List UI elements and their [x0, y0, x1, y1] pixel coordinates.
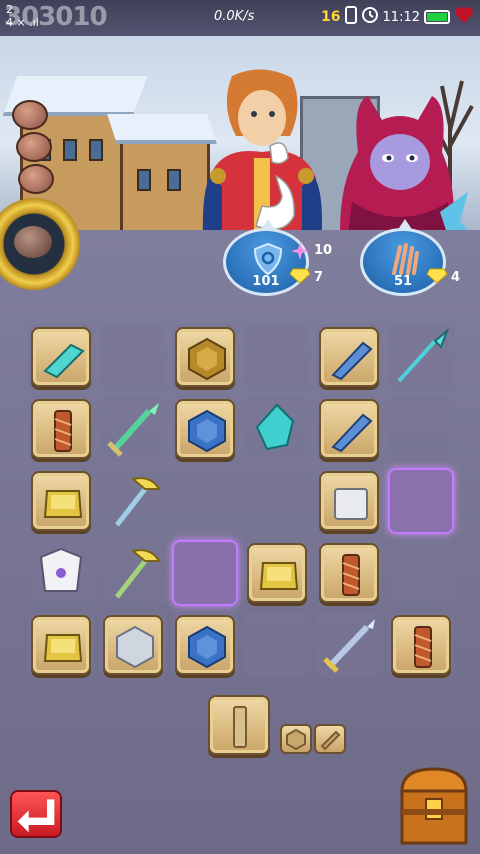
blue-blade-tile[interactable]: [319, 327, 379, 387]
battle-scene: [0, 36, 480, 230]
heart-icon: [454, 6, 474, 28]
silver-hex-shield-icon: [116, 625, 154, 669]
silver-hex-shield-tile[interactable]: [103, 615, 163, 675]
status-left-top: 2: [6, 3, 13, 16]
hero-sparkle-stat: 10: [314, 243, 333, 258]
status-left-bottom: 4 ⨯ .ıl: [6, 16, 39, 29]
sparkle-icon: [291, 242, 309, 260]
grid-cell[interactable]: [388, 396, 454, 462]
gem-icon: [426, 268, 448, 284]
gold-block-tile[interactable]: [247, 543, 307, 603]
return-arrow-icon: [17, 799, 55, 833]
cyan-crystal-item[interactable]: [247, 399, 307, 459]
next-piece-tile[interactable]: [208, 695, 270, 755]
notification-badge: 16: [321, 9, 341, 25]
enemy-gem-stat: 4: [451, 270, 461, 285]
grid-cell[interactable]: [100, 324, 166, 390]
gold-block-tile[interactable]: [31, 615, 91, 675]
wrapped-handle-icon: [54, 410, 72, 452]
gold-block-icon: [259, 562, 299, 590]
silver-block-tile[interactable]: [319, 471, 379, 531]
blade-shard-tile[interactable]: [31, 327, 91, 387]
enemy-attack-bubble: 51: [360, 219, 446, 296]
phone-icon: [344, 6, 357, 28]
wrapped-handle-icon: [414, 626, 432, 668]
blue-blade-icon: [331, 413, 373, 453]
steel-sword-icon: [323, 619, 375, 673]
ore-coin: [12, 100, 48, 130]
grid-cell[interactable]: [244, 468, 310, 534]
steel-sword-item[interactable]: [319, 615, 379, 675]
wrapped-handle-tile[interactable]: [31, 399, 91, 459]
queued-piece-1[interactable]: [280, 724, 312, 754]
hero-gem-stat: 7: [314, 270, 324, 285]
hero-defense-bubble: 101: [223, 219, 309, 296]
shield-icon: [253, 243, 283, 275]
blade-shard-icon: [43, 343, 85, 379]
treasure-chest-button[interactable]: [398, 765, 470, 847]
hex-shield-icon: [188, 337, 226, 381]
ornate-armor-item[interactable]: [31, 543, 91, 603]
blue-hex-shield-icon: [188, 625, 226, 669]
wrapped-handle-icon: [342, 554, 360, 596]
spear-icon: [397, 327, 450, 383]
golden-pickaxe-icon: [115, 477, 161, 527]
status-left: 2 4 ⨯ .ıl: [6, 3, 39, 29]
green-sword-icon: [107, 403, 159, 457]
enemy-cat-character[interactable]: [322, 92, 472, 230]
spear-item[interactable]: [391, 327, 451, 387]
status-bar: 303010 2 4 ⨯ .ıl 0.0K/s 16 11:12: [0, 0, 480, 36]
hex-shield-tile[interactable]: [175, 327, 235, 387]
golden-pickaxe-item[interactable]: [103, 471, 163, 531]
grid-cell[interactable]: [172, 540, 238, 606]
ore-coin: [16, 132, 52, 162]
queued-piece-2[interactable]: [314, 724, 346, 754]
green-sword-item[interactable]: [103, 399, 163, 459]
wrapped-handle-tile[interactable]: [391, 615, 451, 675]
green-pickaxe-item[interactable]: [103, 543, 163, 603]
grid-cell[interactable]: [244, 612, 310, 678]
gold-block-tile[interactable]: [31, 471, 91, 531]
silver-block-icon: [334, 488, 368, 520]
grid-cell[interactable]: [244, 324, 310, 390]
blue-blade-icon: [331, 341, 373, 381]
back-button[interactable]: [10, 790, 62, 838]
alarm-clock-icon: [361, 6, 379, 28]
status-right: 16 11:12: [321, 6, 474, 28]
blue-hex-shield-icon: [188, 409, 226, 453]
cyan-crystal-icon: [255, 403, 295, 451]
gold-block-icon: [43, 490, 83, 518]
hero-character[interactable]: [192, 66, 332, 230]
battery-icon: [424, 10, 450, 24]
green-pickaxe-icon: [115, 549, 161, 599]
grid-cell[interactable]: [388, 468, 454, 534]
grid-cell[interactable]: [172, 468, 238, 534]
wrapped-handle-tile[interactable]: [319, 543, 379, 603]
ore-coin: [18, 164, 54, 194]
gold-block-icon: [43, 634, 83, 662]
network-speed: 0.0K/s: [214, 9, 255, 24]
grid-cell[interactable]: [388, 540, 454, 606]
ornate-armor-icon: [39, 547, 83, 592]
blue-hex-shield-tile[interactable]: [175, 399, 235, 459]
claw-icon: [392, 243, 419, 275]
clock-time: 11:12: [382, 9, 420, 25]
blue-blade-tile[interactable]: [319, 399, 379, 459]
blue-hex-shield-tile[interactable]: [175, 615, 235, 675]
gem-icon: [289, 268, 311, 284]
